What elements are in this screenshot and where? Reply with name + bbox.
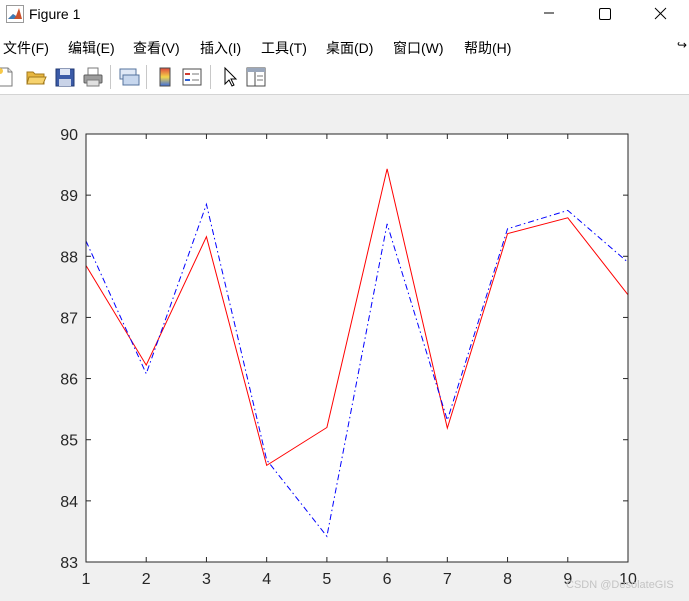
x-tick-label: 8	[503, 571, 512, 588]
maximize-icon	[599, 8, 611, 20]
toolbar-separator	[146, 65, 147, 89]
y-tick-label: 90	[60, 127, 78, 144]
title-bar: Figure 1	[0, 0, 689, 30]
y-tick-label: 88	[60, 249, 78, 266]
x-tick-label: 2	[142, 571, 151, 588]
watermark-text: CSDN @DesolateGIS	[566, 579, 674, 591]
toolbar-separator	[110, 65, 111, 89]
property-inspector-icon[interactable]	[245, 66, 267, 88]
menu-edit[interactable]: 编辑(E)	[68, 38, 115, 58]
data-point-series-1	[386, 167, 389, 170]
window-title: Figure 1	[29, 6, 81, 22]
data-point-series-2	[205, 203, 208, 206]
x-tick-label: 5	[322, 571, 331, 588]
open-file-icon[interactable]	[25, 66, 47, 88]
x-tick-label: 6	[383, 571, 392, 588]
menu-tools[interactable]: 工具(T)	[261, 38, 307, 58]
close-icon	[654, 7, 667, 20]
data-point-series-1	[145, 364, 148, 367]
insert-legend-icon[interactable]	[181, 66, 203, 88]
figure-canvas: 1 2 3 4 5 6 7 8 9 108384858687888990	[60, 127, 637, 588]
menu-file[interactable]: 文件(F)	[3, 38, 49, 58]
y-tick-label: 89	[60, 188, 78, 205]
minimize-icon	[544, 12, 554, 14]
data-point-series-2	[145, 372, 148, 375]
menu-help[interactable]: 帮助(H)	[464, 38, 511, 58]
menu-view[interactable]: 查看(V)	[133, 38, 180, 58]
axes[interactable]: 1 2 3 4 5 6 7 8 9 108384858687888990	[60, 127, 637, 588]
y-tick-label: 84	[60, 494, 78, 511]
minimize-button[interactable]	[526, 0, 572, 30]
new-figure-icon[interactable]	[0, 66, 16, 88]
data-point-series-2	[446, 419, 449, 422]
x-tick-label: 7	[443, 571, 452, 588]
data-point-series-2	[265, 458, 268, 461]
menu-insert[interactable]: 插入(I)	[200, 38, 241, 58]
maximize-button[interactable]	[582, 0, 628, 30]
x-tick-label: 3	[202, 571, 211, 588]
select-arrow-icon[interactable]	[219, 66, 241, 88]
close-button[interactable]	[638, 0, 684, 30]
matlab-logo-icon	[6, 5, 24, 23]
y-tick-label: 87	[60, 310, 78, 327]
data-point-series-1	[325, 426, 328, 429]
y-tick-label: 86	[60, 372, 78, 389]
print-icon[interactable]	[82, 66, 104, 88]
data-point-series-1	[566, 216, 569, 219]
data-point-series-2	[506, 227, 509, 230]
insert-colorbar-icon[interactable]	[154, 66, 176, 88]
data-point-series-1	[265, 464, 268, 467]
menu-desktop[interactable]: 桌面(D)	[326, 38, 373, 58]
data-point-series-2	[325, 535, 328, 538]
dock-arrow-icon[interactable]: ↪	[677, 38, 687, 52]
plot-area[interactable]	[86, 134, 628, 562]
y-tick-label: 83	[60, 555, 78, 572]
link-plot-icon[interactable]	[118, 66, 140, 88]
data-point-series-2	[566, 209, 569, 212]
save-icon[interactable]	[54, 66, 76, 88]
menu-bar: 文件(F) 编辑(E) 查看(V) 插入(I) 工具(T) 桌面(D) 窗口(W…	[0, 30, 689, 60]
data-point-series-1	[205, 235, 208, 238]
data-point-series-1	[446, 427, 449, 430]
x-tick-label: 1	[82, 571, 91, 588]
x-tick-label: 4	[262, 571, 271, 588]
y-tick-label: 85	[60, 433, 78, 450]
data-point-series-2	[386, 222, 389, 225]
toolbar-separator	[210, 65, 211, 89]
menu-window[interactable]: 窗口(W)	[393, 38, 444, 58]
